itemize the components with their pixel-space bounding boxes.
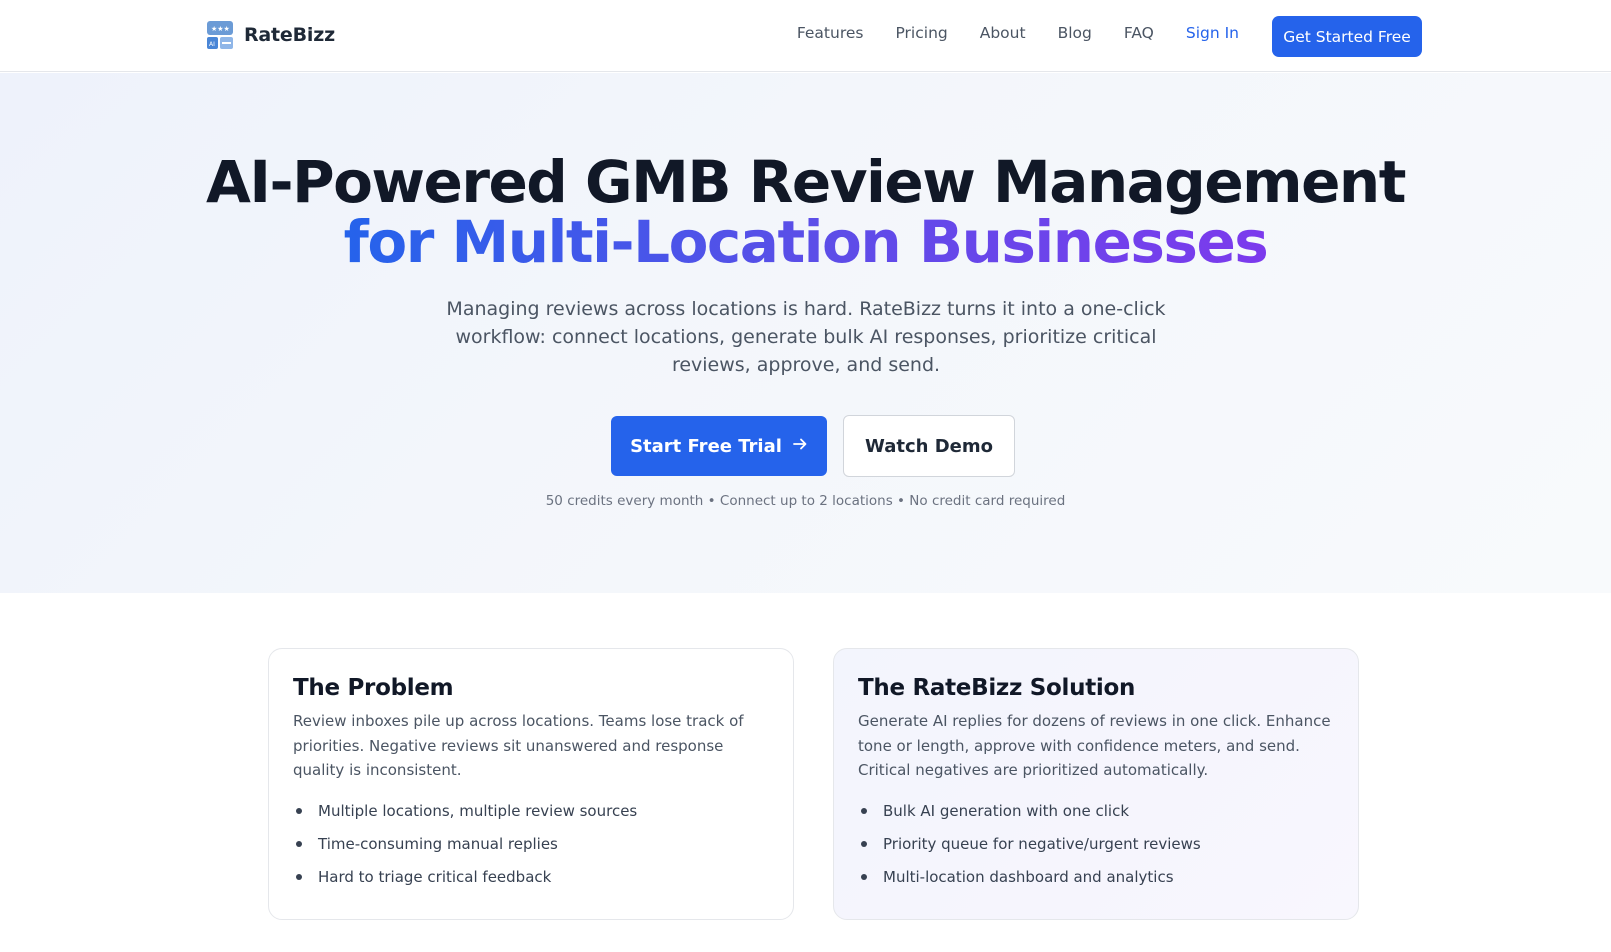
solution-body: Generate AI replies for dozens of review… bbox=[858, 712, 1331, 779]
brand-name: RateBizz bbox=[244, 24, 335, 46]
svg-text:★★★: ★★★ bbox=[211, 25, 230, 33]
problem-list: Multiple locations, multiple review sour… bbox=[293, 795, 769, 894]
hero-fine-print: 50 credits every month • Connect up to 2… bbox=[545, 493, 1066, 509]
problem-title: The Problem bbox=[293, 675, 454, 701]
bullet-icon bbox=[296, 841, 302, 847]
hero-section: AI-Powered GMB Review Management for Mul… bbox=[0, 73, 1611, 593]
problem-card: The Problem Review inboxes pile up acros… bbox=[268, 648, 794, 920]
brand[interactable]: ★★★ AI RateBizz bbox=[206, 20, 335, 50]
list-item-label: Bulk AI generation with one click bbox=[883, 801, 1130, 820]
list-item-label: Time-consuming manual replies bbox=[318, 834, 558, 853]
get-started-button[interactable]: Get Started Free bbox=[1272, 16, 1422, 57]
nav-link-faq[interactable]: FAQ bbox=[1124, 24, 1154, 42]
list-item-label: Priority queue for negative/urgent revie… bbox=[883, 834, 1201, 853]
list-item: Bulk AI generation with one click bbox=[858, 795, 1334, 828]
nav-links: Features Pricing About Blog FAQ Sign In bbox=[765, 24, 1239, 42]
list-item-label: Multiple locations, multiple review sour… bbox=[318, 801, 638, 820]
svg-text:AI: AI bbox=[209, 41, 215, 48]
list-item: Time-consuming manual replies bbox=[293, 828, 769, 861]
watch-demo-button[interactable]: Watch Demo bbox=[843, 415, 1015, 477]
hero-title-gradient: for Multi-Location Businesses bbox=[343, 208, 1269, 276]
nav-link-blog[interactable]: Blog bbox=[1058, 24, 1092, 42]
top-navbar: ★★★ AI RateBizz Features Pricing About B… bbox=[0, 0, 1611, 72]
solution-title: The RateBizz Solution bbox=[858, 675, 1136, 701]
problem-body: Review inboxes pile up across locations.… bbox=[293, 712, 744, 779]
bullet-icon bbox=[861, 808, 867, 814]
start-free-trial-label: Start Free Trial bbox=[630, 435, 782, 457]
list-item: Hard to triage critical feedback bbox=[293, 861, 769, 894]
bullet-icon bbox=[296, 808, 302, 814]
nav-link-about[interactable]: About bbox=[980, 24, 1026, 42]
nav-link-features[interactable]: Features bbox=[797, 24, 864, 42]
solution-card: The RateBizz Solution Generate AI replie… bbox=[833, 648, 1359, 920]
list-item-label: Hard to triage critical feedback bbox=[318, 867, 552, 886]
hero-lead: Managing reviews across locations is har… bbox=[446, 298, 1166, 376]
list-item-label: Multi-location dashboard and analytics bbox=[883, 867, 1174, 886]
hero-title-line1: AI-Powered GMB Review Management bbox=[206, 148, 1406, 216]
bullet-icon bbox=[296, 874, 302, 880]
list-item: Multiple locations, multiple review sour… bbox=[293, 795, 769, 828]
list-item: Multi-location dashboard and analytics bbox=[858, 861, 1334, 894]
nav-link-pricing[interactable]: Pricing bbox=[895, 24, 947, 42]
hero-title-line2: for Multi-Location Businesses bbox=[0, 212, 1611, 272]
bullet-icon bbox=[861, 874, 867, 880]
solution-list: Bulk AI generation with one click Priori… bbox=[858, 795, 1334, 894]
sign-in-link[interactable]: Sign In bbox=[1186, 24, 1239, 42]
reviews-ai-logo-icon: ★★★ AI bbox=[206, 20, 234, 50]
arrow-right-icon bbox=[792, 436, 808, 457]
bullet-icon bbox=[861, 841, 867, 847]
list-item: Priority queue for negative/urgent revie… bbox=[858, 828, 1334, 861]
start-free-trial-button[interactable]: Start Free Trial bbox=[611, 416, 827, 476]
